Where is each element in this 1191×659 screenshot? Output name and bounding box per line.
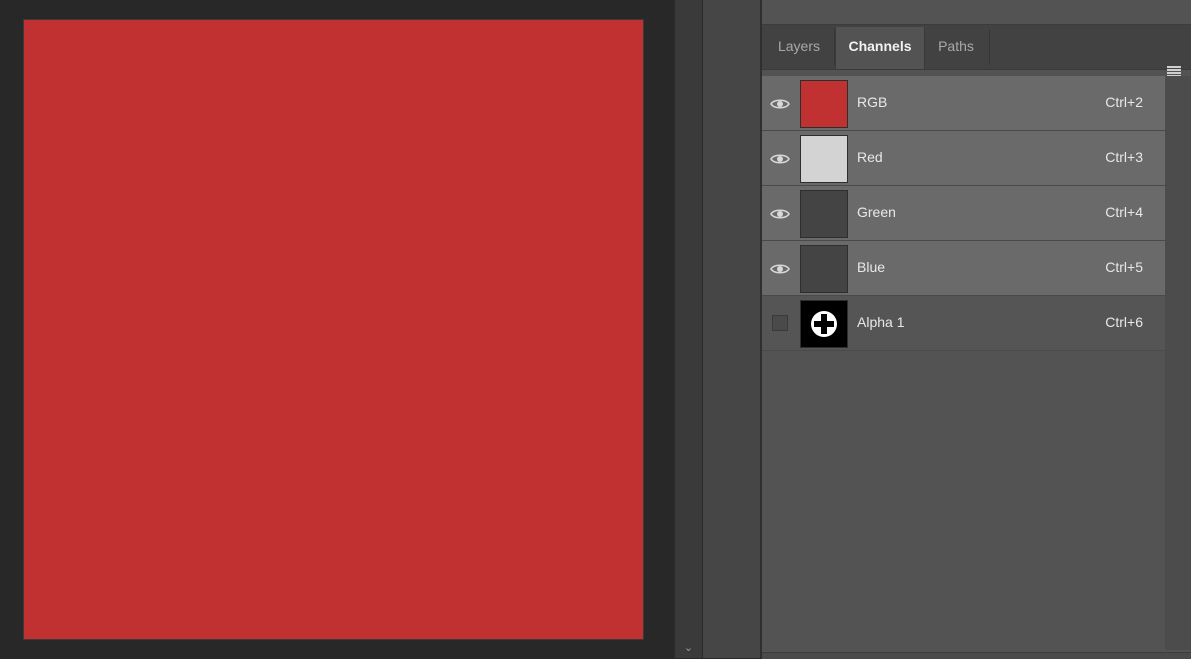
channel-name: Green [857, 204, 896, 220]
visibility-toggle-box[interactable] [772, 315, 788, 331]
eye-icon[interactable] [770, 259, 790, 279]
channel-name: Alpha 1 [857, 314, 905, 330]
document-workspace [0, 0, 674, 658]
document-canvas[interactable] [24, 20, 643, 639]
channel-thumbnail-alpha [800, 300, 848, 348]
channel-shortcut: Ctrl+4 [1105, 204, 1143, 220]
channel-name: Blue [857, 259, 886, 275]
channels-panel: Layers Channels Paths RGB Ctrl+2 Red Ctr… [762, 0, 1191, 659]
vertical-scrollbar[interactable]: ⌄ [674, 0, 703, 658]
channel-name: RGB [857, 94, 888, 110]
tab-channels[interactable]: Channels [835, 27, 925, 69]
tab-paths[interactable]: Paths [924, 27, 988, 69]
plus-circle-icon [811, 311, 837, 337]
tab-layers[interactable]: Layers [766, 27, 832, 69]
eye-icon[interactable] [770, 204, 790, 224]
channel-thumbnail-blue [800, 245, 848, 293]
eye-icon[interactable] [770, 149, 790, 169]
channel-row-alpha-1[interactable]: Alpha 1 Ctrl+6 [762, 296, 1165, 351]
channel-row-red[interactable]: Red Ctrl+3 [762, 131, 1165, 186]
channel-thumbnail-red [800, 135, 848, 183]
channel-name: Red [857, 149, 883, 165]
tab-divider [989, 29, 990, 65]
channel-row-rgb[interactable]: RGB Ctrl+2 [762, 76, 1165, 131]
channel-row-blue[interactable]: Blue Ctrl+5 [762, 241, 1165, 296]
channel-shortcut: Ctrl+3 [1105, 149, 1143, 165]
channel-thumbnail-rgb [800, 80, 848, 128]
channel-shortcut: Ctrl+5 [1105, 259, 1143, 275]
panel-scrollbar[interactable] [1165, 76, 1191, 650]
eye-icon[interactable] [770, 94, 790, 114]
channel-shortcut: Ctrl+6 [1105, 314, 1143, 330]
panel-dock-strip [703, 0, 762, 658]
panel-tab-bar: Layers Channels Paths [762, 25, 1191, 77]
channel-thumbnail-green [800, 190, 848, 238]
chevron-down-icon[interactable]: ⌄ [675, 640, 702, 656]
channel-list: RGB Ctrl+2 Red Ctrl+3 Green Ctrl+4 Blue … [762, 76, 1165, 351]
panel-header-bar [762, 0, 1191, 25]
channel-shortcut: Ctrl+2 [1105, 94, 1143, 110]
channel-row-green[interactable]: Green Ctrl+4 [762, 186, 1165, 241]
